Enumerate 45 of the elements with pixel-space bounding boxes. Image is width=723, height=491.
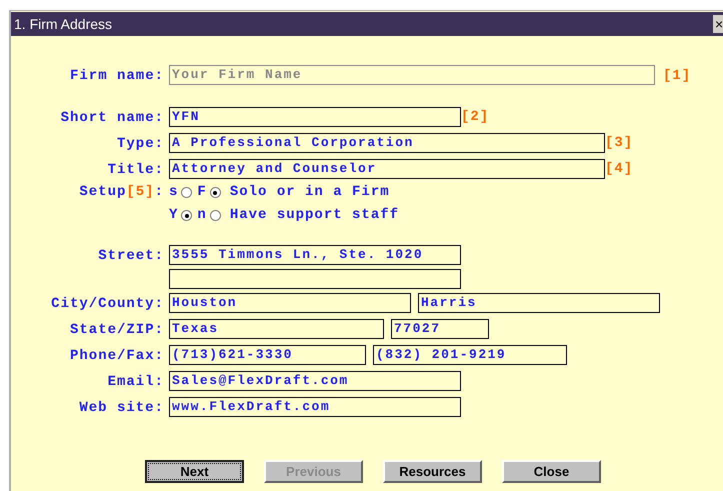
footnote-tag: [1] <box>663 68 692 84</box>
radio-button[interactable] <box>210 187 221 198</box>
text-field[interactable]: 77027 <box>391 319 489 339</box>
colon: : <box>154 183 164 202</box>
text-field[interactable]: (832) 201-9219 <box>373 345 567 365</box>
option-key: Y <box>169 205 178 226</box>
field-label: Street: <box>98 248 164 264</box>
field-label: Setup <box>79 183 126 202</box>
close-button[interactable]: × <box>713 15 723 33</box>
text-field[interactable]: Houston <box>169 293 411 313</box>
footnote-tag: [2] <box>461 106 490 128</box>
text-field[interactable]: (713)621-3330 <box>169 345 366 365</box>
field-label: Phone/Fax: <box>70 348 164 364</box>
footnote-tag: [3] <box>605 132 634 154</box>
text-field[interactable]: www.FlexDraft.com <box>169 397 461 417</box>
field-label: Type: <box>116 136 164 152</box>
text-field[interactable]: 3555 Timmons Ln., Ste. 1020 <box>169 245 461 265</box>
text-field[interactable]: Attorney and Counselor <box>169 159 605 179</box>
text-field[interactable] <box>169 269 461 289</box>
field-label: City/County: <box>51 296 164 312</box>
window-title: 1. Firm Address <box>14 14 112 34</box>
field-label: Firm name: <box>70 68 164 84</box>
text-field[interactable]: Texas <box>169 319 384 339</box>
field-label: Short name: <box>60 110 164 126</box>
text-field[interactable]: Harris <box>418 293 660 313</box>
radio-label: Solo or in a Firm <box>230 183 390 202</box>
text-field[interactable]: YFN <box>169 107 461 127</box>
option-key: n <box>197 205 207 226</box>
radio-button[interactable] <box>181 187 192 198</box>
field-label: Title: <box>108 162 164 178</box>
field-label: Email: <box>108 374 164 390</box>
footnote-tag: [5] <box>126 182 155 203</box>
text-field[interactable]: Sales@FlexDraft.com <box>169 371 461 391</box>
dialog-button[interactable]: Next <box>145 460 244 483</box>
option-key: F <box>197 182 207 203</box>
radio-label: Have support staff <box>230 206 400 225</box>
dialog-button[interactable]: Resources <box>383 460 482 483</box>
field-label: Web site: <box>79 400 164 416</box>
radio-button[interactable] <box>181 210 192 221</box>
text-field[interactable]: A Professional Corporation <box>169 133 605 153</box>
radio-button[interactable] <box>210 210 221 221</box>
option-key: s <box>169 182 178 203</box>
footnote-tag: [4] <box>605 158 634 180</box>
field-label: State/ZIP: <box>70 322 164 338</box>
dialog-button[interactable]: Close <box>502 460 601 483</box>
